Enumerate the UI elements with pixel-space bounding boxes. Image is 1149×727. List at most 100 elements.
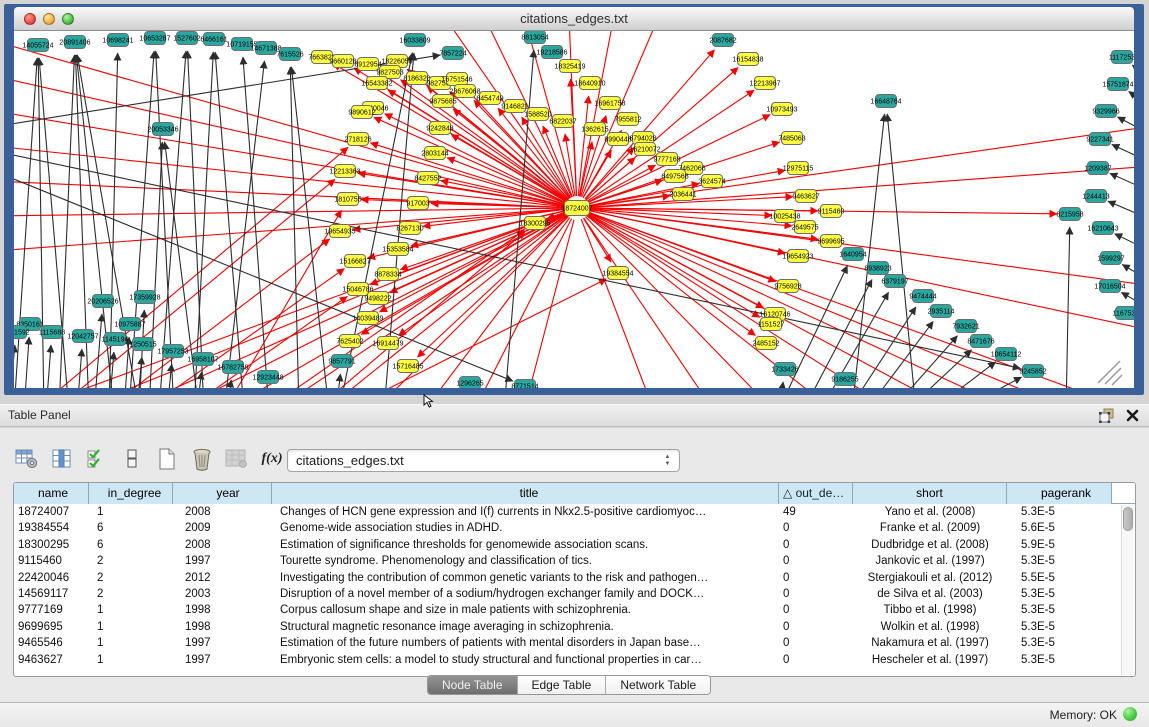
graph-node[interactable]: 8813054 bbox=[521, 31, 548, 44]
table-row[interactable]: 1456911722003Disruption of a novel membe… bbox=[14, 586, 1121, 602]
graph-node[interactable]: 1167533 bbox=[1113, 307, 1134, 320]
graph-node[interactable]: 16210643 bbox=[1087, 222, 1118, 235]
graph-node-selected[interactable]: 18325419 bbox=[554, 60, 585, 73]
table-cell[interactable]: Changes of HCN gene expression and I(f) … bbox=[272, 504, 779, 520]
graph-edge[interactable] bbox=[803, 280, 872, 388]
table-cell[interactable]: 9465546 bbox=[14, 635, 89, 651]
graph-node[interactable]: 10654112 bbox=[991, 348, 1022, 361]
table-cell[interactable]: 5.9E-5 bbox=[1007, 537, 1112, 553]
graph-node[interactable]: 9245852 bbox=[1019, 365, 1046, 378]
graph-edge[interactable] bbox=[167, 364, 172, 388]
float-window-icon[interactable] bbox=[1099, 408, 1115, 423]
new-table-icon[interactable] bbox=[154, 445, 180, 473]
table-cell[interactable]: 0 bbox=[779, 537, 853, 553]
graph-node[interactable]: 16033809 bbox=[399, 34, 430, 47]
table-row[interactable]: 946362711997Embryonic stem cells: a mode… bbox=[14, 652, 1121, 668]
graph-node[interactable]: 19218586 bbox=[536, 46, 567, 59]
column-header-name[interactable]: name bbox=[14, 483, 89, 504]
column-header-title[interactable]: title bbox=[272, 483, 779, 504]
graph-node[interactable]: 1733426 bbox=[771, 363, 798, 376]
table-cell[interactable]: 0 bbox=[779, 553, 853, 569]
table-cell[interactable]: 1 bbox=[89, 504, 173, 520]
table-cell[interactable]: 0 bbox=[779, 652, 853, 668]
graph-node[interactable]: 1244413 bbox=[1082, 190, 1109, 203]
table-cell[interactable]: 5.3E-5 bbox=[1007, 635, 1112, 651]
table-cell[interactable]: 14569117 bbox=[14, 586, 89, 602]
graph-node-selected[interactable]: 9463627 bbox=[792, 190, 819, 203]
row-selection-icon[interactable] bbox=[84, 445, 110, 473]
table-settings-icon[interactable] bbox=[14, 445, 40, 473]
graph-edge-selected[interactable] bbox=[14, 181, 565, 207]
graph-edge-selected[interactable] bbox=[14, 41, 565, 205]
graph-node-selected[interactable]: 7625402 bbox=[336, 335, 363, 348]
graph-edge[interactable] bbox=[197, 372, 202, 388]
graph-node[interactable]: 16648764 bbox=[870, 95, 901, 108]
table-cell[interactable]: 2009 bbox=[173, 520, 272, 536]
table-cell[interactable]: 5.3E-5 bbox=[1007, 619, 1112, 635]
graph-node[interactable]: 8215958 bbox=[1056, 208, 1083, 221]
table-cell[interactable]: 5.3E-5 bbox=[1007, 602, 1112, 618]
table-cell[interactable]: 1 bbox=[89, 602, 173, 618]
table-row[interactable]: 969969511998Structural magnetic resonanc… bbox=[14, 619, 1121, 635]
table-cell[interactable]: 1998 bbox=[173, 602, 272, 618]
table-row[interactable]: 977716911998Corpus callosum shape and si… bbox=[14, 602, 1121, 618]
graph-node[interactable]: 12923448 bbox=[252, 371, 283, 384]
graph-node-selected[interactable]: 2036441 bbox=[669, 188, 696, 201]
graph-edge-selected[interactable] bbox=[581, 219, 654, 388]
graph-edge[interactable] bbox=[1115, 234, 1134, 253]
graph-node[interactable]: 2935114 bbox=[928, 305, 955, 318]
table-cell[interactable]: 1 bbox=[89, 652, 173, 668]
graph-node-selected[interactable]: 9115460 bbox=[818, 205, 845, 218]
column-header-short[interactable]: short bbox=[853, 483, 1007, 504]
graph-node-selected[interactable]: 9498222 bbox=[364, 292, 391, 305]
graph-node[interactable]: 1209387 bbox=[1084, 162, 1111, 175]
graph-node-selected[interactable]: 1810755 bbox=[334, 193, 361, 206]
graph-edge[interactable] bbox=[46, 345, 51, 388]
table-cell[interactable]: 0 bbox=[779, 619, 853, 635]
graph-edge-selected[interactable] bbox=[424, 218, 570, 388]
graph-node-selected[interactable]: 9756928 bbox=[774, 280, 801, 293]
table-cell[interactable]: 9463627 bbox=[14, 652, 89, 668]
table-cell[interactable]: 5.3E-5 bbox=[1007, 652, 1112, 668]
graph-node-selected[interactable]: 8878334 bbox=[374, 268, 401, 281]
table-cell[interactable]: 5.5E-5 bbox=[1007, 570, 1112, 586]
delete-table-icon[interactable] bbox=[189, 445, 215, 473]
table-cell[interactable]: Stergiakouli et al. (2012) bbox=[853, 570, 1007, 586]
table-cell[interactable]: Estimation of the future numbers of pati… bbox=[272, 635, 779, 651]
graph-edge[interactable] bbox=[1110, 173, 1134, 193]
graph-node-selected[interactable]: 9875685 bbox=[429, 95, 456, 108]
table-cell[interactable]: Wolkin et al. (1998) bbox=[853, 619, 1007, 635]
graph-node[interactable]: 1640954 bbox=[839, 248, 866, 261]
table-cell[interactable]: 49 bbox=[779, 504, 853, 520]
graph-node[interactable]: 1296265 bbox=[456, 377, 483, 389]
column-header-out-degree[interactable]: △ out_de… bbox=[779, 483, 853, 504]
table-cell[interactable]: Embryonic stem cells: a model to study s… bbox=[272, 652, 779, 668]
column-header-year[interactable]: year bbox=[173, 483, 272, 504]
vertical-scrollbar[interactable] bbox=[1121, 505, 1134, 675]
table-cell[interactable]: 2 bbox=[89, 570, 173, 586]
graph-node[interactable]: 8938923 bbox=[864, 262, 891, 275]
graph-node[interactable]: 7857224 bbox=[439, 47, 466, 60]
graph-node[interactable]: 17359928 bbox=[129, 291, 160, 304]
column-header-in-degree[interactable]: in_degree bbox=[89, 483, 173, 504]
graph-node[interactable]: 20891406 bbox=[59, 36, 90, 49]
graph-node[interactable]: 2087682 bbox=[709, 34, 736, 47]
graph-node-selected[interactable]: 15166827 bbox=[339, 255, 370, 268]
graph-edge[interactable] bbox=[336, 374, 340, 388]
graph-edge[interactable] bbox=[1129, 91, 1134, 109]
minimize-window-icon[interactable] bbox=[43, 13, 55, 25]
graph-node[interactable]: 8471676 bbox=[967, 335, 994, 348]
table-cell[interactable]: 0 bbox=[779, 602, 853, 618]
graph-node-selected[interactable]: 2718126 bbox=[344, 133, 371, 146]
graph-edge[interactable] bbox=[14, 345, 15, 388]
graph-node[interactable]: 1117253 bbox=[1109, 51, 1134, 64]
graph-edge[interactable] bbox=[1122, 265, 1134, 283]
tab-edge-table[interactable]: Edge Table bbox=[517, 676, 606, 694]
graph-node-selected[interactable]: 9890612 bbox=[348, 106, 375, 119]
graph-node-selected[interactable]: 9777169 bbox=[653, 153, 680, 166]
graph-node[interactable]: 7615526 bbox=[276, 48, 303, 61]
table-cell[interactable]: 0 bbox=[779, 520, 853, 536]
table-selector-dropdown[interactable]: citations_edges.txt ▲▼ bbox=[287, 449, 680, 472]
graph-node-selected[interactable]: 18724007 bbox=[561, 201, 592, 216]
graph-edge[interactable] bbox=[224, 61, 265, 388]
